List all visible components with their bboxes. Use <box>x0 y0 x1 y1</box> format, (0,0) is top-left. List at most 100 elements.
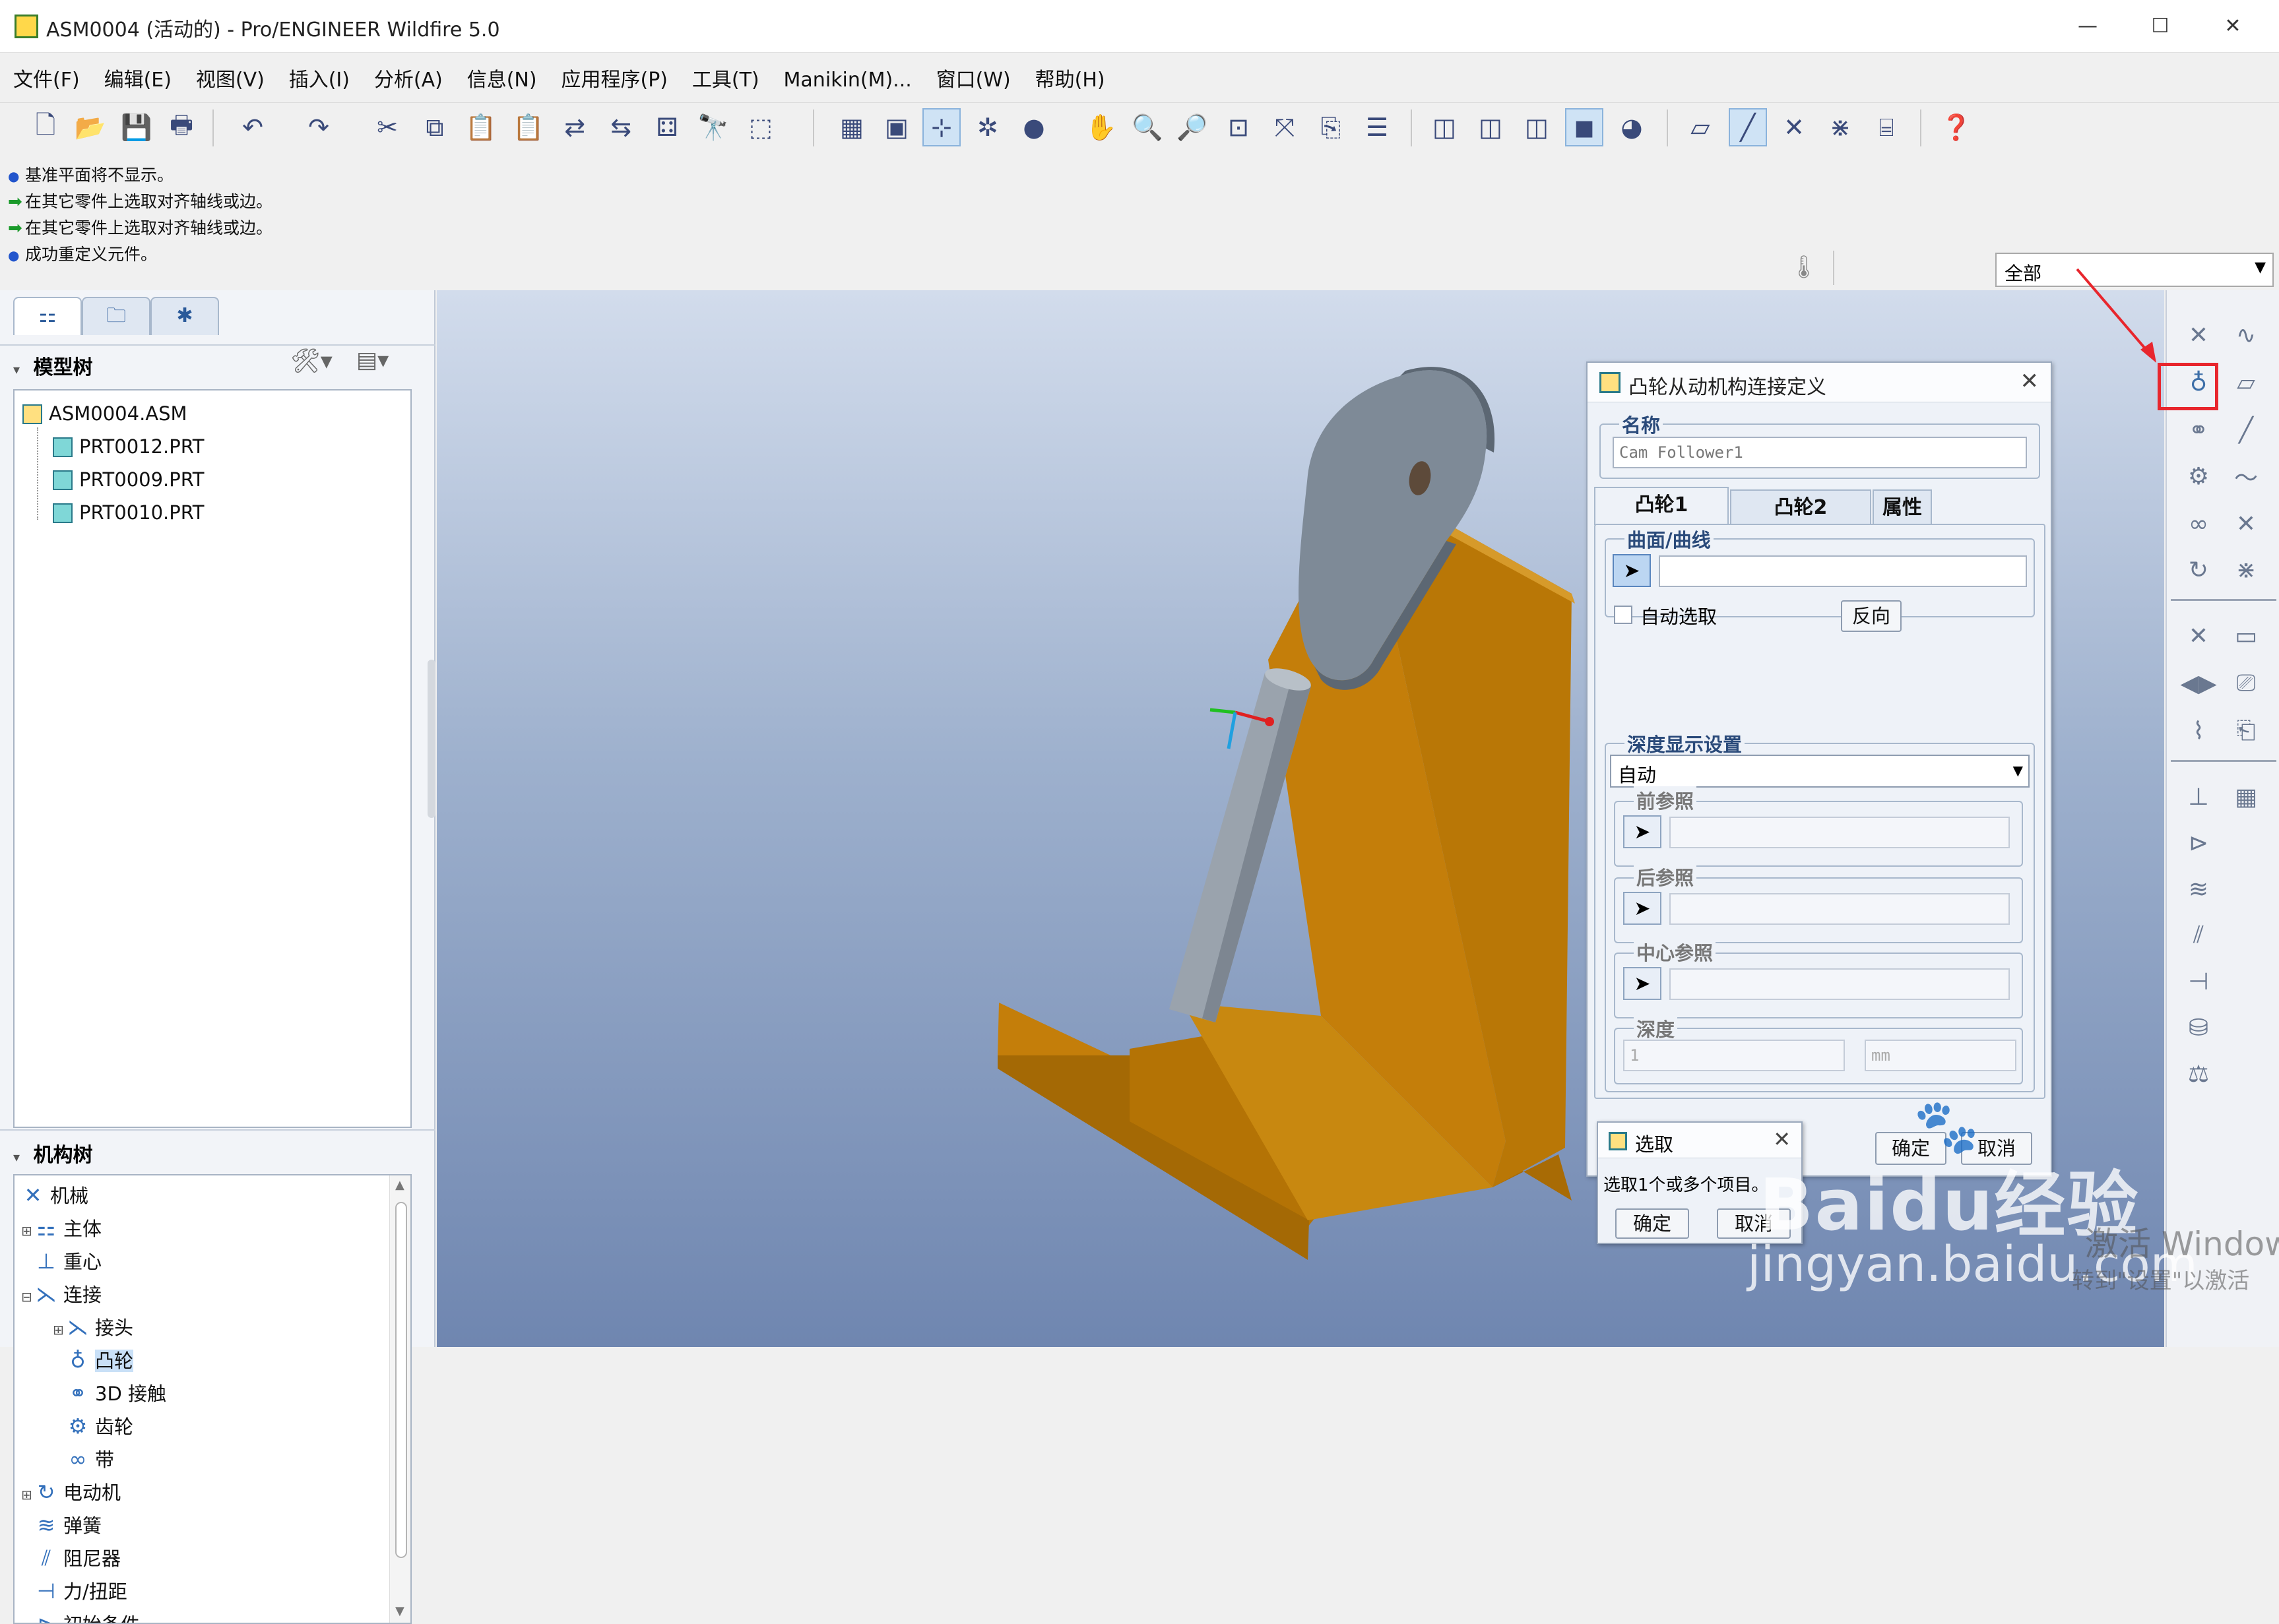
scrollbar-thumb[interactable] <box>395 1202 407 1558</box>
tab-folder-browser[interactable]: 🗀 <box>82 297 150 335</box>
mech-item-springs[interactable]: ≋ 弹簧 <box>34 1511 102 1538</box>
redo-icon[interactable]: ↷ <box>300 108 338 146</box>
regenerate-icon[interactable]: ⇄ <box>556 108 594 146</box>
initial-condition-icon[interactable]: ⊳ <box>2180 825 2217 861</box>
paste-special-icon[interactable]: 📋 <box>509 108 548 146</box>
mech-item-gravity[interactable]: ⊥ 重心 <box>34 1247 102 1274</box>
enhanced-realism-icon[interactable]: ◕ <box>1613 108 1651 146</box>
undo-icon[interactable]: ↶ <box>234 108 272 146</box>
depth-value-field[interactable]: 1 <box>1623 1040 1845 1071</box>
mechanism-connection-icon[interactable]: ✕ <box>2180 317 2217 354</box>
auto-select-checkbox[interactable] <box>1614 606 1632 624</box>
shading-icon[interactable]: ◼ <box>1565 108 1603 146</box>
maximize-button[interactable]: ☐ <box>2129 7 2192 46</box>
scroll-up-icon[interactable]: ▲ <box>395 1178 404 1192</box>
menu-edit[interactable]: 编辑(E) <box>95 62 181 99</box>
tree-columns-icon[interactable]: ▤▾ <box>356 347 389 373</box>
zoom-out-icon[interactable]: 🔎 <box>1173 108 1211 146</box>
saved-views-icon[interactable]: ⎘ <box>1312 108 1350 146</box>
back-ref-field[interactable] <box>1669 893 2010 925</box>
mech-item-joints[interactable]: ⊞ ⋋ 接头 <box>53 1313 133 1340</box>
csys-display-icon[interactable]: ⋇ <box>1821 108 1859 146</box>
mech-item-motors[interactable]: ⊞ ↻ 电动机 <box>21 1478 121 1505</box>
select-ok-button[interactable]: 确定 <box>1615 1208 1689 1239</box>
mech-item-gears[interactable]: ⚙ 齿轮 <box>66 1412 133 1439</box>
mechanism-display-icon[interactable]: ⊹ <box>922 108 961 146</box>
new-file-icon[interactable]: 🗋 <box>26 108 65 146</box>
minimize-button[interactable]: — <box>2056 7 2119 46</box>
mech-item-3d-contact[interactable]: ⚭ 3D 接触 <box>66 1379 166 1406</box>
save-icon[interactable]: 💾 <box>117 108 156 146</box>
force-torque-icon[interactable]: ⊣ <box>2180 963 2217 1000</box>
zoom-in-icon[interactable]: 🔍 <box>1128 108 1167 146</box>
mech-item-connections[interactable]: ⊟ ⋋ 连接 <box>21 1280 102 1307</box>
mech-item-cams[interactable]: ♁ 凸轮 <box>66 1346 134 1373</box>
front-ref-select-button[interactable]: ➤ <box>1623 815 1661 848</box>
datum-axis-display-icon[interactable]: ╱ <box>1729 108 1767 146</box>
appearance-sphere-icon[interactable]: ● <box>1015 108 1053 146</box>
box-select-icon[interactable]: ⬚ <box>742 108 780 146</box>
cut-icon[interactable]: ✂ <box>368 108 406 146</box>
playback-icon[interactable]: ⎚ <box>2228 665 2264 702</box>
datum-plane-icon[interactable]: ▱ <box>2228 364 2264 401</box>
mech-item-bodies[interactable]: ⊞ ⚏ 主体 <box>21 1214 102 1241</box>
mech-item-mechanism[interactable]: ✕ 机械 <box>21 1181 88 1208</box>
scroll-down-icon[interactable]: ▼ <box>395 1604 404 1618</box>
tab-cam1[interactable]: 凸轮1 <box>1594 487 1729 525</box>
depth-unit-field[interactable]: mm <box>1865 1040 2016 1071</box>
model-tree-header[interactable]: ▾ 模型树 <box>13 351 92 380</box>
drag-icon[interactable]: ◀▶ <box>2180 665 2217 702</box>
damper-icon[interactable]: ⫽ <box>2180 917 2217 954</box>
regenerate-manager-icon[interactable]: ⇆ <box>602 108 640 146</box>
menu-info[interactable]: 信息(N) <box>458 62 546 99</box>
center-ref-field[interactable] <box>1669 968 2010 1000</box>
trace-curve-icon[interactable]: ⎗ <box>2228 712 2264 749</box>
tree-item-part[interactable]: PRT0010.PRT <box>53 501 205 524</box>
wireframe-icon[interactable]: ◫ <box>1425 108 1463 146</box>
belt-icon[interactable]: ∞ <box>2180 505 2217 542</box>
front-ref-field[interactable] <box>1669 817 2010 848</box>
context-help-icon[interactable]: ❓ <box>1937 108 1975 146</box>
define-body-icon[interactable]: ⛁ <box>2180 1009 2217 1046</box>
motor-icon[interactable]: ↻ <box>2180 551 2217 588</box>
datum-point-icon[interactable]: ✕ <box>2228 505 2264 542</box>
mech-item-dampers[interactable]: ⫽ 阻尼器 <box>34 1544 121 1571</box>
mech-item-force-torque[interactable]: ⊣ 力/扭距 <box>34 1577 127 1604</box>
layer-tree-icon[interactable]: ☰ <box>1358 108 1396 146</box>
explode-icon[interactable]: ✲ <box>969 108 1007 146</box>
name-field[interactable]: Cam Follower1 <box>1613 437 2027 468</box>
layers-icon[interactable]: ▦ <box>833 108 871 146</box>
mechanism-tree-header[interactable]: ▾ 机构树 <box>13 1139 92 1168</box>
menu-insert[interactable]: 插入(I) <box>280 62 359 99</box>
menu-file[interactable]: 文件(F) <box>4 62 89 99</box>
surface-field[interactable] <box>1659 555 2027 587</box>
tree-item-asm[interactable]: ASM0004.ASM <box>22 402 187 425</box>
gravity-icon[interactable]: ⊥ <box>2180 778 2217 815</box>
panel-sash[interactable] <box>428 660 435 818</box>
tab-model-tree[interactable]: ⚏ <box>13 297 82 335</box>
back-ref-select-button[interactable]: ➤ <box>1623 892 1661 925</box>
servo-motor-icon[interactable]: ✕ <box>2180 617 2217 654</box>
close-icon[interactable]: ✕ <box>2020 368 2039 394</box>
annotation-display-icon[interactable]: ⌸ <box>1867 108 1906 146</box>
tree-settings-icon[interactable]: 🛠▾ <box>290 347 333 375</box>
spring-icon[interactable]: ≋ <box>2180 871 2217 908</box>
tab-favorites[interactable]: ✱ <box>150 297 219 335</box>
mech-item-initial-conditions[interactable]: ⊳初始条件 <box>34 1609 140 1623</box>
menu-manikin[interactable]: Manikin(M)... <box>775 62 921 99</box>
reorient-icon[interactable]: ⤧ <box>1266 108 1304 146</box>
menu-view[interactable]: 视图(V) <box>187 62 274 99</box>
measure-results-icon[interactable]: ⌇ <box>2180 712 2217 749</box>
gear-icon[interactable]: ⚙ <box>2180 458 2217 495</box>
hidden-line-icon[interactable]: ◫ <box>1471 108 1510 146</box>
depth-mode-dropdown[interactable]: 自动 ▼ <box>1610 755 2030 788</box>
mech-item-belts[interactable]: ∞ 带 <box>66 1445 114 1472</box>
selection-filter-icon[interactable]: ⚃ <box>648 108 686 146</box>
contact-3d-icon[interactable]: ⚭ <box>2180 412 2217 449</box>
surface-select-button[interactable]: ➤ <box>1613 554 1651 587</box>
tab-properties[interactable]: 属性 <box>1873 489 1932 525</box>
grid-icon[interactable]: ▦ <box>2228 778 2264 815</box>
tree-item-part[interactable]: PRT0009.PRT <box>53 468 205 491</box>
tab-cam2[interactable]: 凸轮2 <box>1730 489 1871 525</box>
datum-plane-display-icon[interactable]: ▱ <box>1681 108 1719 146</box>
